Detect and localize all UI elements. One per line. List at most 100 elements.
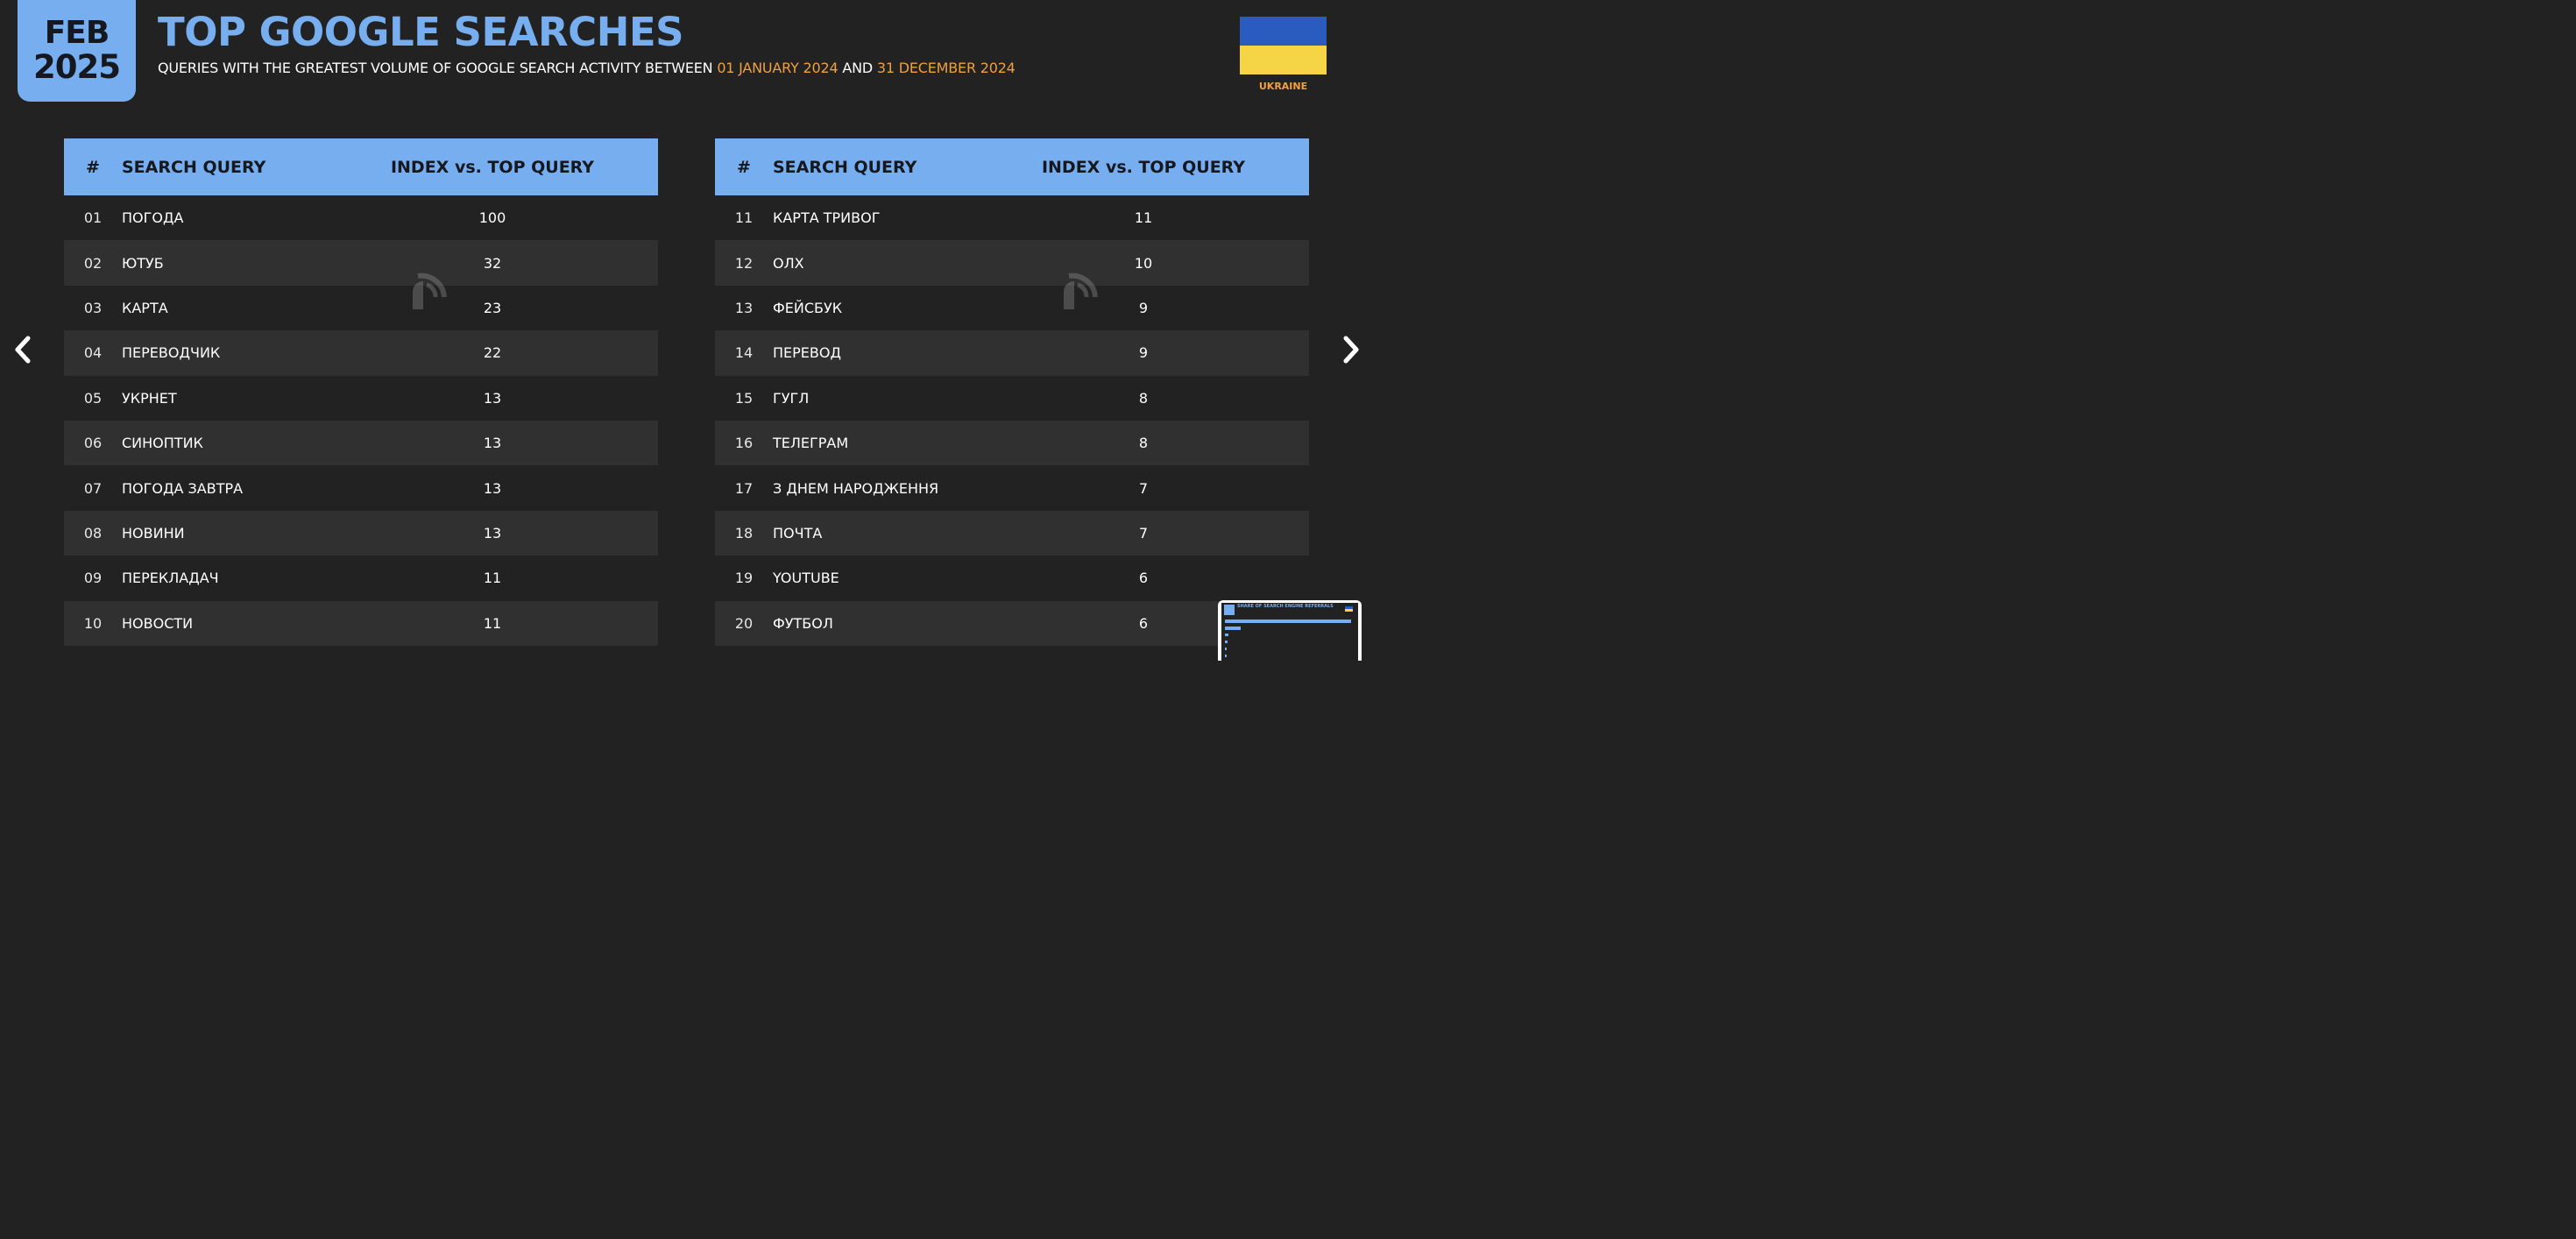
row-query: ПОГОДА xyxy=(122,209,184,227)
row-index: 8 xyxy=(1138,389,1149,407)
page-title: TOP GOOGLE SEARCHES xyxy=(158,9,684,55)
date-badge: FEB 2025 xyxy=(18,0,136,102)
row-query: ЮТУБ xyxy=(122,254,164,272)
query-column-header: SEARCH QUERY xyxy=(773,157,917,177)
row-rank: 14 xyxy=(734,344,754,362)
table-row: 06 СИНОПТИК 13 xyxy=(64,420,658,466)
table-row: 18 ПОЧТА 7 xyxy=(715,510,1309,556)
subtitle-mid: AND xyxy=(838,60,877,76)
row-index: 11 xyxy=(483,614,502,632)
row-index: 13 xyxy=(483,479,502,497)
right-search-table: # SEARCH QUERY INDEX vs. TOP QUERY 11 КАР… xyxy=(715,138,1309,646)
row-query: НОВОСТИ xyxy=(122,614,194,632)
row-query: ПОЧТА xyxy=(773,524,823,542)
row-query: ПОГОДА ЗАВТРА xyxy=(122,479,244,497)
row-rank: 12 xyxy=(734,254,754,272)
table-row: 07 ПОГОДА ЗАВТРА 13 xyxy=(64,465,658,510)
page-subtitle: QUERIES WITH THE GREATEST VOLUME OF GOOG… xyxy=(158,60,1016,76)
table-header: # SEARCH QUERY INDEX vs. TOP QUERY xyxy=(715,138,1309,195)
country-label: UKRAINE xyxy=(1258,81,1308,92)
row-index: 11 xyxy=(483,570,502,587)
row-query: YOUTUBE xyxy=(773,570,839,587)
row-index: 13 xyxy=(483,435,502,452)
rank-column-header: # xyxy=(737,157,751,177)
thumbnail-bar xyxy=(1225,634,1228,636)
row-rank: 10 xyxy=(83,614,103,632)
row-query: ПЕРЕКЛАДАЧ xyxy=(122,570,219,587)
row-rank: 16 xyxy=(734,435,754,452)
row-query: ФЕЙСБУК xyxy=(773,299,843,316)
row-query: З ДНЕМ НАРОДЖЕННЯ xyxy=(773,479,939,497)
row-query: ФУТБОЛ xyxy=(773,614,833,632)
row-index: 11 xyxy=(1134,209,1153,227)
flag-top-band xyxy=(1240,17,1327,46)
row-index: 13 xyxy=(483,524,502,542)
row-query: ПЕРЕВОДЧИК xyxy=(122,344,221,362)
row-query: ОЛХ xyxy=(773,254,804,272)
row-index: 7 xyxy=(1138,524,1149,542)
datareportal-logo-icon xyxy=(413,273,447,309)
row-rank: 18 xyxy=(734,524,754,542)
row-index: 22 xyxy=(483,344,502,362)
flag-bottom-band xyxy=(1240,46,1327,74)
next-slide-thumbnail[interactable]: SHARE OF SEARCH ENGINE REFERRALS xyxy=(1218,600,1362,661)
table-row: 12 ОЛХ 10 xyxy=(715,240,1309,286)
row-index: 100 xyxy=(478,209,506,227)
table-row: 19 YOUTUBE 6 xyxy=(715,556,1309,600)
row-rank: 01 xyxy=(83,209,103,227)
table-row: 02 ЮТУБ 32 xyxy=(64,240,658,286)
thumbnail-bar xyxy=(1225,641,1228,643)
index-column-header: INDEX vs. TOP QUERY xyxy=(390,157,595,177)
table-row: 14 ПЕРЕВОД 9 xyxy=(715,330,1309,376)
table-row: 01 ПОГОДА 100 xyxy=(64,195,658,240)
badge-year: 2025 xyxy=(33,48,121,86)
table-row: 13 ФЕЙСБУК 9 xyxy=(715,286,1309,330)
row-index: 13 xyxy=(483,389,502,407)
row-query: УКРНЕТ xyxy=(122,389,177,407)
row-rank: 02 xyxy=(83,254,103,272)
thumbnail-bar xyxy=(1225,655,1227,657)
thumbnail-preview: SHARE OF SEARCH ENGINE REFERRALS xyxy=(1221,603,1358,661)
chevron-right-icon xyxy=(1343,336,1359,364)
chevron-left-icon xyxy=(15,336,31,364)
thumbnail-bar xyxy=(1225,627,1241,630)
table-row: 11 КАРТА ТРИВОГ 11 xyxy=(715,195,1309,240)
table-row: 17 З ДНЕМ НАРОДЖЕННЯ 7 xyxy=(715,465,1309,510)
badge-month: FEB xyxy=(44,15,110,51)
prev-slide-button[interactable] xyxy=(12,335,33,365)
row-query: КАРТА xyxy=(122,299,168,316)
row-rank: 11 xyxy=(734,209,754,227)
ukraine-flag-icon xyxy=(1240,17,1327,74)
row-rank: 17 xyxy=(734,479,754,497)
row-rank: 07 xyxy=(83,479,103,497)
thumbnail-bar xyxy=(1225,620,1351,623)
table-row: 08 НОВИНИ 13 xyxy=(64,510,658,556)
datareportal-logo-icon xyxy=(1064,273,1098,309)
row-query: ТЕЛЕГРАМ xyxy=(773,435,849,452)
row-query: КАРТА ТРИВОГ xyxy=(773,209,881,227)
row-rank: 06 xyxy=(83,435,103,452)
subtitle-date-end: 31 DECEMBER 2024 xyxy=(876,60,1016,76)
next-slide-button[interactable] xyxy=(1341,335,1362,365)
table-row: 15 ГУГЛ 8 xyxy=(715,376,1309,421)
row-rank: 04 xyxy=(83,344,103,362)
table-row: 09 ПЕРЕКЛАДАЧ 11 xyxy=(64,556,658,600)
thumbnail-flag-bottom xyxy=(1345,609,1353,612)
table-header: # SEARCH QUERY INDEX vs. TOP QUERY xyxy=(64,138,658,195)
row-rank: 13 xyxy=(734,299,754,316)
subtitle-date-start: 01 JANUARY 2024 xyxy=(717,60,839,76)
subtitle-prefix: QUERIES WITH THE GREATEST VOLUME OF GOOG… xyxy=(158,60,718,76)
table-row: 04 ПЕРЕВОДЧИК 22 xyxy=(64,330,658,376)
row-query: НОВИНИ xyxy=(122,524,185,542)
thumbnail-badge xyxy=(1224,605,1235,615)
row-rank: 03 xyxy=(83,299,103,316)
row-rank: 20 xyxy=(734,614,754,632)
thumbnail-bar xyxy=(1225,648,1227,650)
row-rank: 08 xyxy=(83,524,103,542)
row-index: 6 xyxy=(1138,570,1149,587)
row-query: ПЕРЕВОД xyxy=(773,344,841,362)
table-row: 03 КАРТА 23 xyxy=(64,286,658,330)
row-rank: 09 xyxy=(83,570,103,587)
table-row: 10 НОВОСТИ 11 xyxy=(64,600,658,646)
table-row: 16 ТЕЛЕГРАМ 8 xyxy=(715,420,1309,466)
